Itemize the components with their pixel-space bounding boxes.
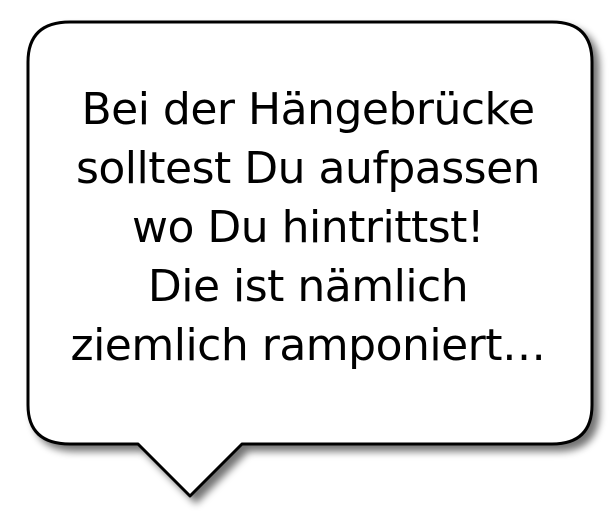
dialog-screen: Bei der Hängebrücke solltest Du aufpasse…: [0, 0, 616, 522]
dialog-line: Die ist nämlich: [147, 261, 469, 312]
dialog-line: Bei der Hängebrücke: [81, 84, 535, 135]
dialog-line: wo Du hintrittst!: [131, 202, 485, 253]
dialog-line: solltest Du aufpassen: [75, 143, 541, 194]
dialog-text: Bei der Hängebrücke solltest Du aufpasse…: [40, 80, 576, 380]
dialog-line: ziemlich ramponiert…: [70, 320, 546, 371]
